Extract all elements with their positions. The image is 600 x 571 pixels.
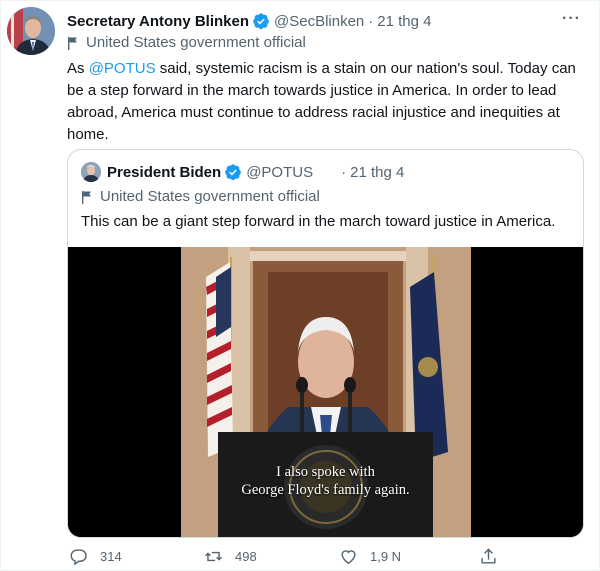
video-caption-line1: I also spoke with [276, 464, 375, 480]
tweet-card[interactable]: Secretary Antony Blinken @SecBlinken · 2… [0, 0, 600, 571]
quoted-government-label: United States government official [81, 188, 320, 205]
reply-icon [70, 549, 87, 566]
quoted-tweet-text: This can be a giant step forward in the … [81, 213, 556, 230]
quoted-government-flag-icon [81, 190, 93, 204]
quoted-author-name: President Biden [107, 163, 222, 181]
quoted-separator-dot: · [341, 163, 347, 181]
more-icon[interactable]: ··· [562, 10, 581, 28]
government-flag-icon [67, 36, 79, 50]
like-button[interactable]: 1,9 N [339, 547, 401, 566]
government-label: United States government official [67, 34, 306, 51]
retweet-icon [205, 551, 222, 562]
reply-count: 314 [100, 549, 122, 564]
retweet-button[interactable]: 498 [204, 547, 257, 566]
video-caption: I also spoke with George Floyd's family … [68, 463, 583, 499]
quoted-tweet[interactable]: President Biden @POTUS · 21 thg 4 United… [67, 149, 584, 538]
like-count: 1,9 N [370, 549, 402, 564]
quoted-verified-badge-icon [224, 163, 242, 181]
verified-badge-icon [252, 12, 270, 30]
author-avatar[interactable] [7, 7, 55, 55]
mention-link[interactable]: @POTUS [89, 60, 156, 77]
share-icon [481, 548, 496, 564]
quoted-tweet-date: 21 thg 4 [350, 163, 405, 181]
tweet-text: As @POTUS said, systemic racism is a sta… [67, 58, 583, 146]
action-bar: 314 498 1,9 N [67, 547, 507, 569]
quoted-author-avatar [81, 162, 101, 182]
like-icon [341, 550, 356, 565]
video-player[interactable]: I also spoke with George Floyd's family … [68, 247, 583, 537]
quoted-tweet-header: President Biden @POTUS · 21 thg 4 [81, 162, 404, 182]
separator-dot: · [368, 12, 374, 30]
retweet-count: 498 [235, 549, 257, 564]
share-button[interactable] [479, 547, 510, 566]
tweet-text-start: As [67, 60, 89, 77]
tweet-header: Secretary Antony Blinken @SecBlinken · 2… [67, 10, 581, 32]
quoted-government-label-text: United States government official [100, 188, 320, 205]
video-caption-line2: George Floyd's family again. [241, 482, 410, 498]
author-name[interactable]: Secretary Antony Blinken [67, 13, 249, 30]
quoted-author-handle: @POTUS [246, 163, 314, 181]
tweet-date[interactable]: 21 thg 4 [377, 13, 431, 30]
reply-button[interactable]: 314 [69, 547, 122, 566]
author-handle[interactable]: @SecBlinken [274, 13, 364, 30]
government-label-text[interactable]: United States government official [86, 34, 306, 51]
